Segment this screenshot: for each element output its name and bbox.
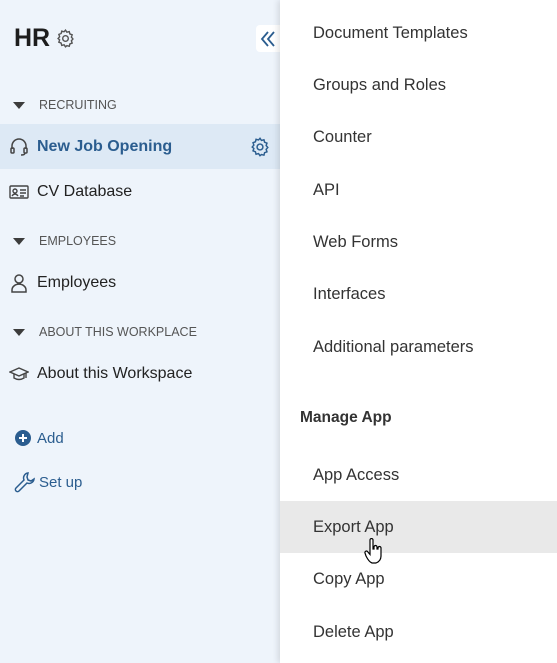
headset-icon [8,136,30,158]
collapse-sidebar-button[interactable] [256,25,280,52]
sidebar-item-label: CV Database [37,182,133,200]
setup-button[interactable]: Set up [14,471,82,493]
plus-circle-icon [15,430,31,446]
settings-gear-icon[interactable] [55,28,76,49]
add-button[interactable]: Add [14,429,64,447]
menu-item-interfaces[interactable]: Interfaces [280,268,557,320]
sidebar-item-label: About this Workspace [37,364,193,382]
menu-item-export-app[interactable]: Export App [280,501,557,553]
menu-item-counter[interactable]: Counter [280,111,557,163]
app-title: HR [14,24,51,52]
sidebar-item-cv-database[interactable]: CV Database [0,169,280,214]
sidebar-item-label: New Job Opening [37,137,173,155]
section-header-employees[interactable]: EMPLOYEES [13,234,116,248]
wrench-icon [14,472,35,493]
menu-item-copy-app[interactable]: Copy App [280,553,557,605]
sidebar-item-employees[interactable]: Employees [0,260,280,305]
menu-item-web-forms[interactable]: Web Forms [280,216,557,268]
menu-item-additional-parameters[interactable]: Additional parameters [280,321,557,373]
menu-item-document-templates[interactable]: Document Templates [280,7,557,59]
section-header-about[interactable]: ABOUT THIS WORKPLACE [13,325,197,339]
item-settings-gear-icon[interactable] [249,136,271,158]
manage-app-heading: Manage App [300,409,392,426]
menu-item-api[interactable]: API [280,164,557,216]
caret-down-icon [13,328,25,336]
caret-down-icon [13,237,25,245]
double-chevron-left-icon [260,30,275,47]
hand-pointer-cursor-icon [364,538,382,564]
menu-item-app-access[interactable]: App Access [280,449,557,501]
app-settings-menu: Document Templates Groups and Roles Coun… [280,0,557,663]
sidebar-item-label: Employees [37,273,117,291]
caret-down-icon [13,101,25,109]
sidebar-item-about-workspace[interactable]: About this Workspace [0,351,280,396]
id-card-icon [8,181,30,203]
menu-item-groups-roles[interactable]: Groups and Roles [280,59,557,111]
graduation-cap-icon [8,363,30,385]
sidebar: HR RECRUITING New Job Opening CV Databas… [0,0,280,663]
sidebar-item-new-job-opening[interactable]: New Job Opening [0,124,280,169]
menu-item-delete-app[interactable]: Delete App [280,606,557,658]
person-icon [8,272,30,294]
section-header-recruiting[interactable]: RECRUITING [13,98,117,112]
